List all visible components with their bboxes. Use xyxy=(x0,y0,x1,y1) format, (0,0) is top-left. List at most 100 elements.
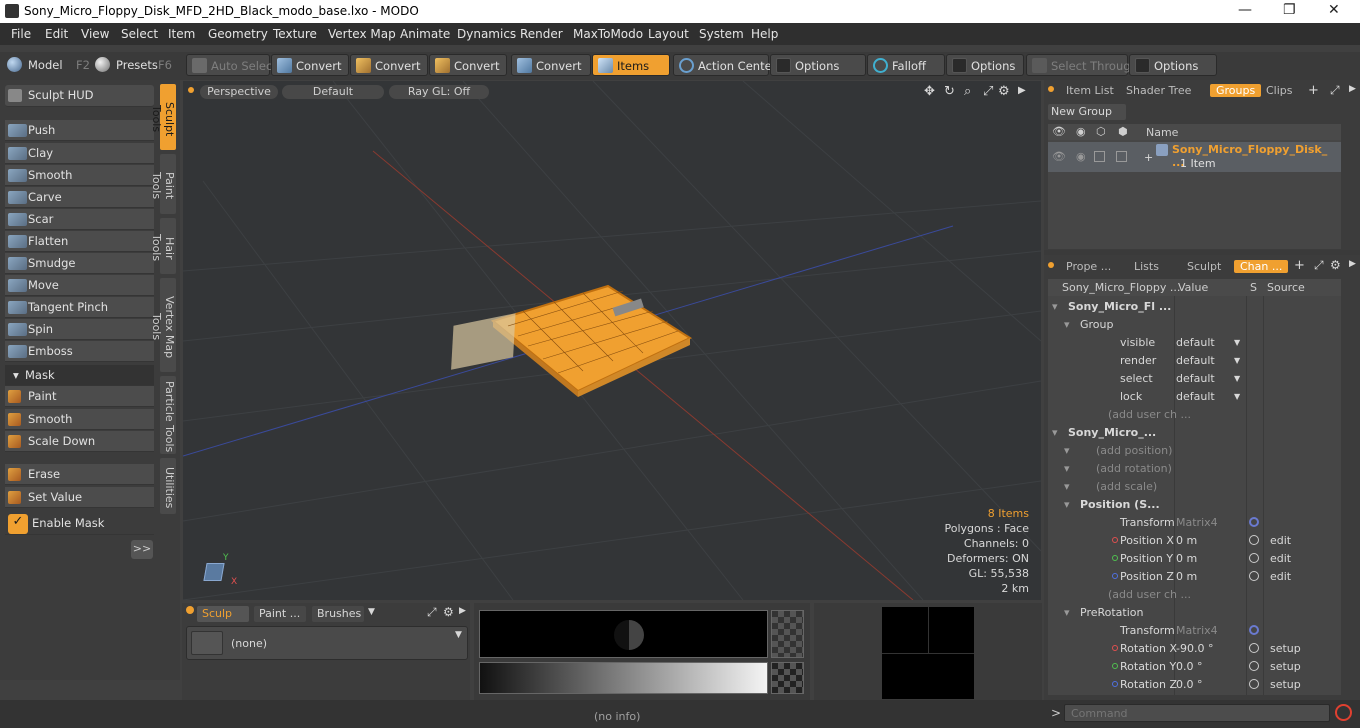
select-through-options-button[interactable]: Options xyxy=(1129,54,1217,76)
menu-texture[interactable]: Texture xyxy=(273,27,317,41)
arrow-right-icon[interactable]: ▶ xyxy=(1349,84,1356,94)
tab-vertex-map-tools[interactable]: Vertex Map Tools xyxy=(150,278,176,372)
mask-section-header[interactable]: ▾ Mask xyxy=(5,365,154,386)
erase-button[interactable]: Erase xyxy=(5,464,154,485)
dropdown-arrow-icon[interactable]: ▼ xyxy=(1234,356,1240,365)
view-perspective-button[interactable]: Perspective xyxy=(200,85,278,99)
arrow-right-icon[interactable]: ▶ xyxy=(1018,85,1026,96)
tab-paint[interactable]: Paint ... xyxy=(254,606,306,622)
channel-value[interactable]: default xyxy=(1176,372,1215,385)
new-group-button[interactable]: New Group xyxy=(1048,104,1126,120)
collapse-arrow-icon[interactable]: ▾ xyxy=(1064,444,1070,457)
pan-icon[interactable]: ✥ xyxy=(924,84,935,99)
tool-emboss[interactable]: Emboss xyxy=(5,341,154,362)
menu-file[interactable]: File xyxy=(11,27,31,41)
dropdown-arrow-icon[interactable]: ▼ xyxy=(1234,392,1240,401)
gear-icon[interactable]: ⚙ xyxy=(998,84,1010,99)
gear-icon[interactable]: ⚙ xyxy=(443,605,454,619)
channel-value[interactable]: 0 m xyxy=(1176,570,1197,583)
brush-shape-preview[interactable] xyxy=(479,610,768,658)
menu-select[interactable]: Select xyxy=(121,27,158,41)
convert-edges-button[interactable]: Convert xyxy=(350,54,428,76)
channel-value[interactable]: Matrix4 xyxy=(1176,624,1218,637)
state-circle-icon[interactable] xyxy=(1249,535,1259,545)
viewport-menu-dot[interactable] xyxy=(188,87,194,93)
mask-tool-smooth[interactable]: Smooth xyxy=(5,409,154,430)
lock-icon[interactable]: ⬡ xyxy=(1096,125,1106,138)
tab-shader-tree[interactable]: Shader Tree xyxy=(1126,84,1191,97)
state-circle-icon[interactable] xyxy=(1249,679,1259,689)
expand-icon[interactable]: ⤢ xyxy=(1314,258,1324,273)
tab-groups[interactable]: Groups xyxy=(1210,84,1262,97)
menu-dynamics[interactable]: Dynamics xyxy=(457,27,516,41)
channel-row[interactable]: Transform Matrix4 xyxy=(1048,621,1340,639)
channel-value[interactable]: 0.0 ° xyxy=(1176,660,1203,673)
col-s[interactable]: S xyxy=(1250,281,1257,294)
channel-row[interactable]: Rotation Z 0.0 ° setup xyxy=(1048,675,1340,693)
mask-tool-paint[interactable]: Paint xyxy=(5,386,154,407)
expand-icon[interactable]: + xyxy=(1144,151,1153,164)
name-column-header[interactable]: Name xyxy=(1146,126,1178,139)
action-center-button[interactable]: Action Center xyxy=(673,54,776,76)
menu-view[interactable]: View xyxy=(81,27,109,41)
visibility-icon[interactable]: 👁 xyxy=(1052,150,1066,163)
menu-edit[interactable]: Edit xyxy=(45,27,68,41)
tool-tangent-pinch[interactable]: Tangent Pinch xyxy=(5,297,154,318)
channel-row[interactable]: Position X0 m edit xyxy=(1048,531,1340,549)
channel-row[interactable]: visible default ▼ xyxy=(1048,333,1340,351)
tab-sculpt-tools[interactable]: Sculpt Tools xyxy=(150,84,176,150)
collapse-arrow-icon[interactable]: ▾ xyxy=(1052,426,1058,439)
render-icon[interactable]: ◉ xyxy=(1076,125,1086,138)
state-circle-icon[interactable] xyxy=(1249,661,1259,671)
channel-value[interactable]: default xyxy=(1176,354,1215,367)
expand-icon[interactable]: ⤢ xyxy=(427,605,437,620)
tool-push[interactable]: Push xyxy=(5,120,154,141)
add-tab-icon[interactable]: + xyxy=(1308,83,1319,98)
maximize-button[interactable]: ❐ xyxy=(1283,2,1296,18)
state-circle-icon[interactable] xyxy=(1249,553,1259,563)
minimize-button[interactable]: — xyxy=(1238,2,1252,18)
rotate-icon[interactable]: ↻ xyxy=(944,84,955,99)
menu-render[interactable]: Render xyxy=(520,27,563,41)
menu-item[interactable]: Item xyxy=(168,27,195,41)
close-button[interactable]: ✕ xyxy=(1328,2,1340,18)
channel-row[interactable]: ▾ Sony_Micro_Fl ... xyxy=(1048,297,1340,315)
menu-animate[interactable]: Animate xyxy=(400,27,450,41)
channel-row[interactable]: ▾ (add position) xyxy=(1048,441,1340,459)
visibility-icon[interactable]: 👁 xyxy=(1052,125,1066,138)
raygl-button[interactable]: Ray GL: Off xyxy=(389,85,489,99)
channel-row[interactable]: render default ▼ xyxy=(1048,351,1340,369)
add-tab-icon[interactable]: + xyxy=(1294,258,1305,273)
channel-value[interactable]: 0 m xyxy=(1176,552,1197,565)
dropdown-arrow-icon[interactable]: ▼ xyxy=(1234,374,1240,383)
group-row[interactable]: 👁 ◉ + Sony_Micro_Floppy_Disk_ ... 1 Item xyxy=(1048,142,1341,172)
channel-row[interactable]: ▾ Group xyxy=(1048,315,1340,333)
tab-utilities[interactable]: Utilities xyxy=(160,458,176,514)
state-circle-icon[interactable] xyxy=(1249,643,1259,653)
channel-row[interactable]: Transform Matrix4 xyxy=(1048,513,1340,531)
command-input[interactable] xyxy=(1064,704,1330,722)
channel-row[interactable]: ▾ Sony_Micro_... xyxy=(1048,423,1340,441)
falloff-options-button[interactable]: Options xyxy=(946,54,1024,76)
tool-smooth[interactable]: Smooth xyxy=(5,165,154,186)
tab-sculpt[interactable]: Sculpt xyxy=(1187,260,1221,273)
model-mode-button[interactable]: Model F2 xyxy=(4,54,90,76)
image-preview[interactable] xyxy=(882,607,974,699)
tool-scar[interactable]: Scar xyxy=(5,209,154,230)
collapse-arrow-icon[interactable]: ▾ xyxy=(1064,318,1070,331)
col-item[interactable]: Sony_Micro_Floppy ... xyxy=(1062,281,1180,294)
col-value[interactable]: Value xyxy=(1178,281,1208,294)
tool-clay[interactable]: Clay xyxy=(5,143,154,164)
alpha-preview[interactable] xyxy=(771,610,804,658)
mask-tool-scale-down[interactable]: Scale Down xyxy=(5,431,154,452)
select-checkbox[interactable] xyxy=(1116,151,1127,162)
collapse-arrow-icon[interactable]: ▾ xyxy=(1064,606,1070,619)
tab-hair-tools[interactable]: Hair Tools xyxy=(150,218,176,274)
enable-mask-toggle[interactable]: ✓ Enable Mask xyxy=(5,513,154,535)
select-icon[interactable]: ⬢ xyxy=(1118,125,1128,138)
tool-spin[interactable]: Spin xyxy=(5,319,154,340)
channel-row[interactable]: Rotation X -90.0 ° setup xyxy=(1048,639,1340,657)
sculpt-hud-button[interactable]: Sculpt HUD xyxy=(5,85,154,107)
channel-row[interactable]: ▾ (add rotation) xyxy=(1048,459,1340,477)
channel-row[interactable]: Position Z0 m edit xyxy=(1048,567,1340,585)
